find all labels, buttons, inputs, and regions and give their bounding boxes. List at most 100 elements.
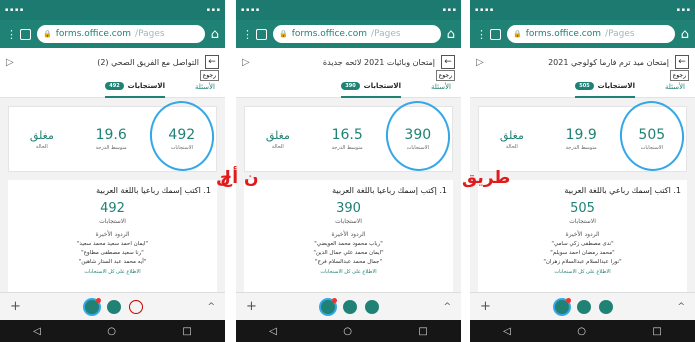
back-nav-icon[interactable]: ◁ (503, 326, 511, 337)
summary-content: 505 الاستجابات 19.9 متوسط الدرجة مغلق الحال… (470, 96, 695, 308)
question-title: 1. اكتب إسمك رباعيا باللغة العربية (96, 186, 211, 195)
send-icon[interactable]: ▷ (476, 57, 484, 68)
recent-response: "آيه محمد عبد الستار شاهين" (78, 259, 147, 265)
tab-responses[interactable]: الاستجابات 492 (105, 76, 165, 98)
url-bar[interactable]: 🔒 forms.office.com/Pages (507, 25, 675, 43)
app-icon[interactable] (555, 297, 572, 314)
tabs-icon[interactable] (490, 28, 501, 40)
recent-response: "ندى مصطفى زكي سامي" (551, 241, 614, 247)
stat-average: 19.6 متوسط الدرجة (95, 127, 127, 151)
send-icon[interactable]: ▷ (242, 57, 250, 68)
nav-bar: ◁ ○ □ (470, 320, 695, 342)
back-nav-icon[interactable]: ◁ (269, 326, 277, 337)
question-title: 1. إكتب إسمك رباعيا باللغة العربية (332, 186, 447, 195)
app-icon[interactable] (599, 299, 614, 314)
see-all-link[interactable]: الاطلاع على كل الاستجابات (484, 269, 681, 275)
back-nav-icon[interactable]: ◁ (33, 326, 41, 337)
app-icon[interactable] (129, 299, 144, 314)
app-icon[interactable] (577, 299, 592, 314)
menu-icon[interactable]: ⋮ (6, 28, 17, 41)
status-bar: ▪ ▪ ▪ ▪ ▪ ▪ ▪ (236, 0, 461, 20)
lock-icon: 🔒 (279, 30, 288, 38)
recent-response: "محمد رمضان احمد سويلم" (550, 250, 615, 256)
back-arrow-icon[interactable]: ← (441, 55, 455, 69)
send-icon[interactable]: ▷ (6, 57, 14, 68)
plus-icon[interactable]: + (246, 299, 257, 314)
tab-bar: الأسئلة الاستجابات 390 (236, 76, 461, 98)
browser-toolbar: ⋮ 🔒 forms.office.com/Pages ⌂ (236, 20, 461, 48)
tabs-icon[interactable] (256, 28, 267, 40)
tab-questions[interactable]: الأسئلة (665, 83, 685, 91)
chevron-up-icon[interactable]: ^ (677, 302, 685, 312)
highlight-circle (615, 96, 689, 176)
recents-nav-icon[interactable]: □ (652, 326, 661, 337)
browser-toolbar: ⋮ 🔒 forms.office.com/Pages ⌂ (0, 20, 225, 48)
back-arrow-icon[interactable]: ← (205, 55, 219, 69)
form-header: ← إمتحان وبائيات 2021 لائحه جديدة ▷ (236, 48, 461, 76)
menu-icon[interactable]: ⋮ (242, 28, 253, 41)
tab-bar: الأسئلة الاستجابات 505 (470, 76, 695, 98)
recent-response: "رنا سعيد مصطفى مطاوع" (81, 250, 144, 256)
home-icon[interactable]: ⌂ (681, 27, 689, 42)
recents-nav-icon[interactable]: □ (182, 326, 191, 337)
form-header: ← إمتحان ميد ترم فارما كولوجي 2021 ▷ (470, 48, 695, 76)
tab-bar: الأسئلة الاستجابات 492 (0, 76, 225, 98)
chevron-up-icon[interactable]: ^ (443, 302, 451, 312)
stat-state: مغلق الحالة (265, 128, 290, 150)
question-card: 1. إكتب إسمك رباعيا باللغة العربية 390 ا… (244, 180, 453, 306)
status-bar: ▪ ▪ ▪ ▪ ▪ ▪ ▪ (470, 0, 695, 20)
bottom-toolbar: + ^ (0, 292, 225, 320)
stat-average: 19.9 متوسط الدرجة (565, 127, 597, 151)
phone-screenshot-2: ▪ ▪ ▪ ▪ ▪ ▪ ▪ ⋮ 🔒 forms.office.com/Pages … (236, 0, 461, 342)
tab-questions[interactable]: الأسئلة (431, 83, 451, 91)
app-icon[interactable] (321, 297, 338, 314)
recent-response: "ايمان محمد علي جمال الدين" (313, 250, 384, 256)
home-nav-icon[interactable]: ○ (343, 326, 352, 337)
summary-content: 492 الاستجابات 19.6 متوسط الدرجة مغلق الحال… (0, 96, 225, 308)
home-icon[interactable]: ⌂ (447, 27, 455, 42)
tab-questions[interactable]: الأسئلة (195, 83, 215, 91)
tabs-icon[interactable] (20, 28, 31, 40)
question-card: 1. اكتب إسمك رباعي باللغة العربية 505 ال… (478, 180, 687, 306)
summary-card: 492 الاستجابات 19.6 متوسط الدرجة مغلق الحال… (8, 96, 219, 176)
home-icon[interactable]: ⌂ (211, 27, 219, 42)
back-arrow-icon[interactable]: ← (675, 55, 689, 69)
app-icon[interactable] (343, 299, 358, 314)
app-icon[interactable] (85, 297, 102, 314)
recent-response: "نورا عبدالسلام عبدالسلام زهران" (543, 259, 622, 265)
home-nav-icon[interactable]: ○ (107, 326, 116, 337)
stat-state: مغلق الحالة (29, 128, 54, 150)
tab-responses[interactable]: الاستجابات 505 (575, 76, 635, 98)
see-all-link[interactable]: الاطلاع على كل الاستجابات (250, 269, 447, 275)
nav-bar: ◁ ○ □ (236, 320, 461, 342)
url-bar[interactable]: 🔒 forms.office.com/Pages (37, 25, 205, 43)
form-title: التواصل مع الفريق الصحي (2) (97, 57, 199, 67)
app-icon[interactable] (107, 299, 122, 314)
bottom-toolbar: + ^ (236, 292, 461, 320)
menu-icon[interactable]: ⋮ (476, 28, 487, 41)
plus-icon[interactable]: + (10, 299, 21, 314)
url-bar[interactable]: 🔒 forms.office.com/Pages (273, 25, 441, 43)
phone-screenshot-1: ▪ ▪ ▪ ▪ ▪ ▪ ▪ ⋮ 🔒 forms.office.com/Pages … (0, 0, 225, 342)
overlay-text-right: طريق (462, 168, 511, 188)
responses-badge: 390 (341, 81, 360, 90)
question-count: 492 (100, 201, 125, 216)
see-all-link[interactable]: الاطلاع على كل الاستجابات (14, 269, 211, 275)
home-nav-icon[interactable]: ○ (577, 326, 586, 337)
plus-icon[interactable]: + (480, 299, 491, 314)
recents-nav-icon[interactable]: □ (418, 326, 427, 337)
highlight-circle (145, 96, 219, 176)
stat-average: 16.5 متوسط الدرجة (331, 127, 363, 151)
back-tooltip: رجوع (199, 70, 219, 81)
chevron-up-icon[interactable]: ^ (207, 302, 215, 312)
form-header: ← التواصل مع الفريق الصحي (2) ▷ (0, 48, 225, 76)
stat-state: مغلق الحالة (499, 128, 524, 150)
recent-response: "ايمان احمد سعيد محمد سعيد" (76, 241, 149, 247)
question-card: 1. اكتب إسمك رباعيا باللغة العربية 492 ا… (8, 180, 217, 306)
recent-response: "جمال محمد عبدالسلام فرج" (315, 259, 382, 265)
nav-bar: ◁ ○ □ (0, 320, 225, 342)
back-tooltip: رجوع (435, 70, 455, 81)
app-icon[interactable] (365, 299, 380, 314)
tab-responses[interactable]: الاستجابات 390 (341, 76, 401, 98)
responses-badge: 492 (105, 81, 124, 90)
